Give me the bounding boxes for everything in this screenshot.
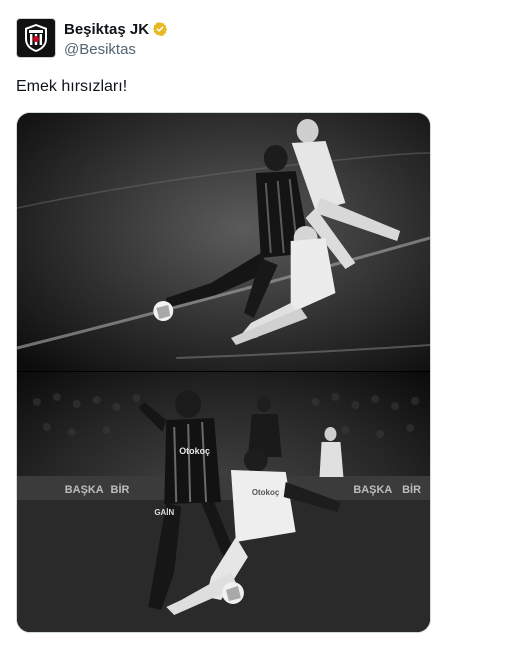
- ad-board-text: BİR: [111, 483, 130, 496]
- besiktas-crest-icon: [19, 21, 53, 55]
- football-tackle-photo-bottom[interactable]: BAŞKA BİR BAŞKA BİR Otokoç GAİN Otokoç: [17, 372, 430, 632]
- ad-board-text: BAŞKA: [353, 484, 392, 496]
- handle[interactable]: @Besiktas: [64, 41, 168, 58]
- shorts-sponsor-text: GAİN: [154, 508, 174, 517]
- account-names: Beşiktaş JK @Besiktas: [64, 19, 168, 58]
- verified-badge-icon[interactable]: [152, 21, 168, 37]
- jersey-sponsor-text-2: Otokoç: [252, 488, 280, 497]
- football-tackle-photo-top[interactable]: [17, 113, 430, 371]
- media-grid[interactable]: BAŞKA BİR BAŞKA BİR Otokoç GAİN Otokoç: [16, 112, 431, 633]
- tweet-header: Beşiktaş JK @Besiktas: [16, 18, 168, 64]
- tweet-text: Emek hırsızları!: [16, 78, 128, 95]
- ad-board-text: BİR: [402, 483, 421, 496]
- ad-board-text: BAŞKA: [65, 484, 104, 496]
- jersey-sponsor-text: Otokoç: [179, 446, 210, 456]
- display-name-row: Beşiktaş JK: [64, 19, 168, 39]
- avatar[interactable]: [16, 18, 56, 58]
- display-name[interactable]: Beşiktaş JK: [64, 21, 149, 38]
- tweet-card: Beşiktaş JK @Besiktas Emek hırsızları! B…: [0, 0, 531, 650]
